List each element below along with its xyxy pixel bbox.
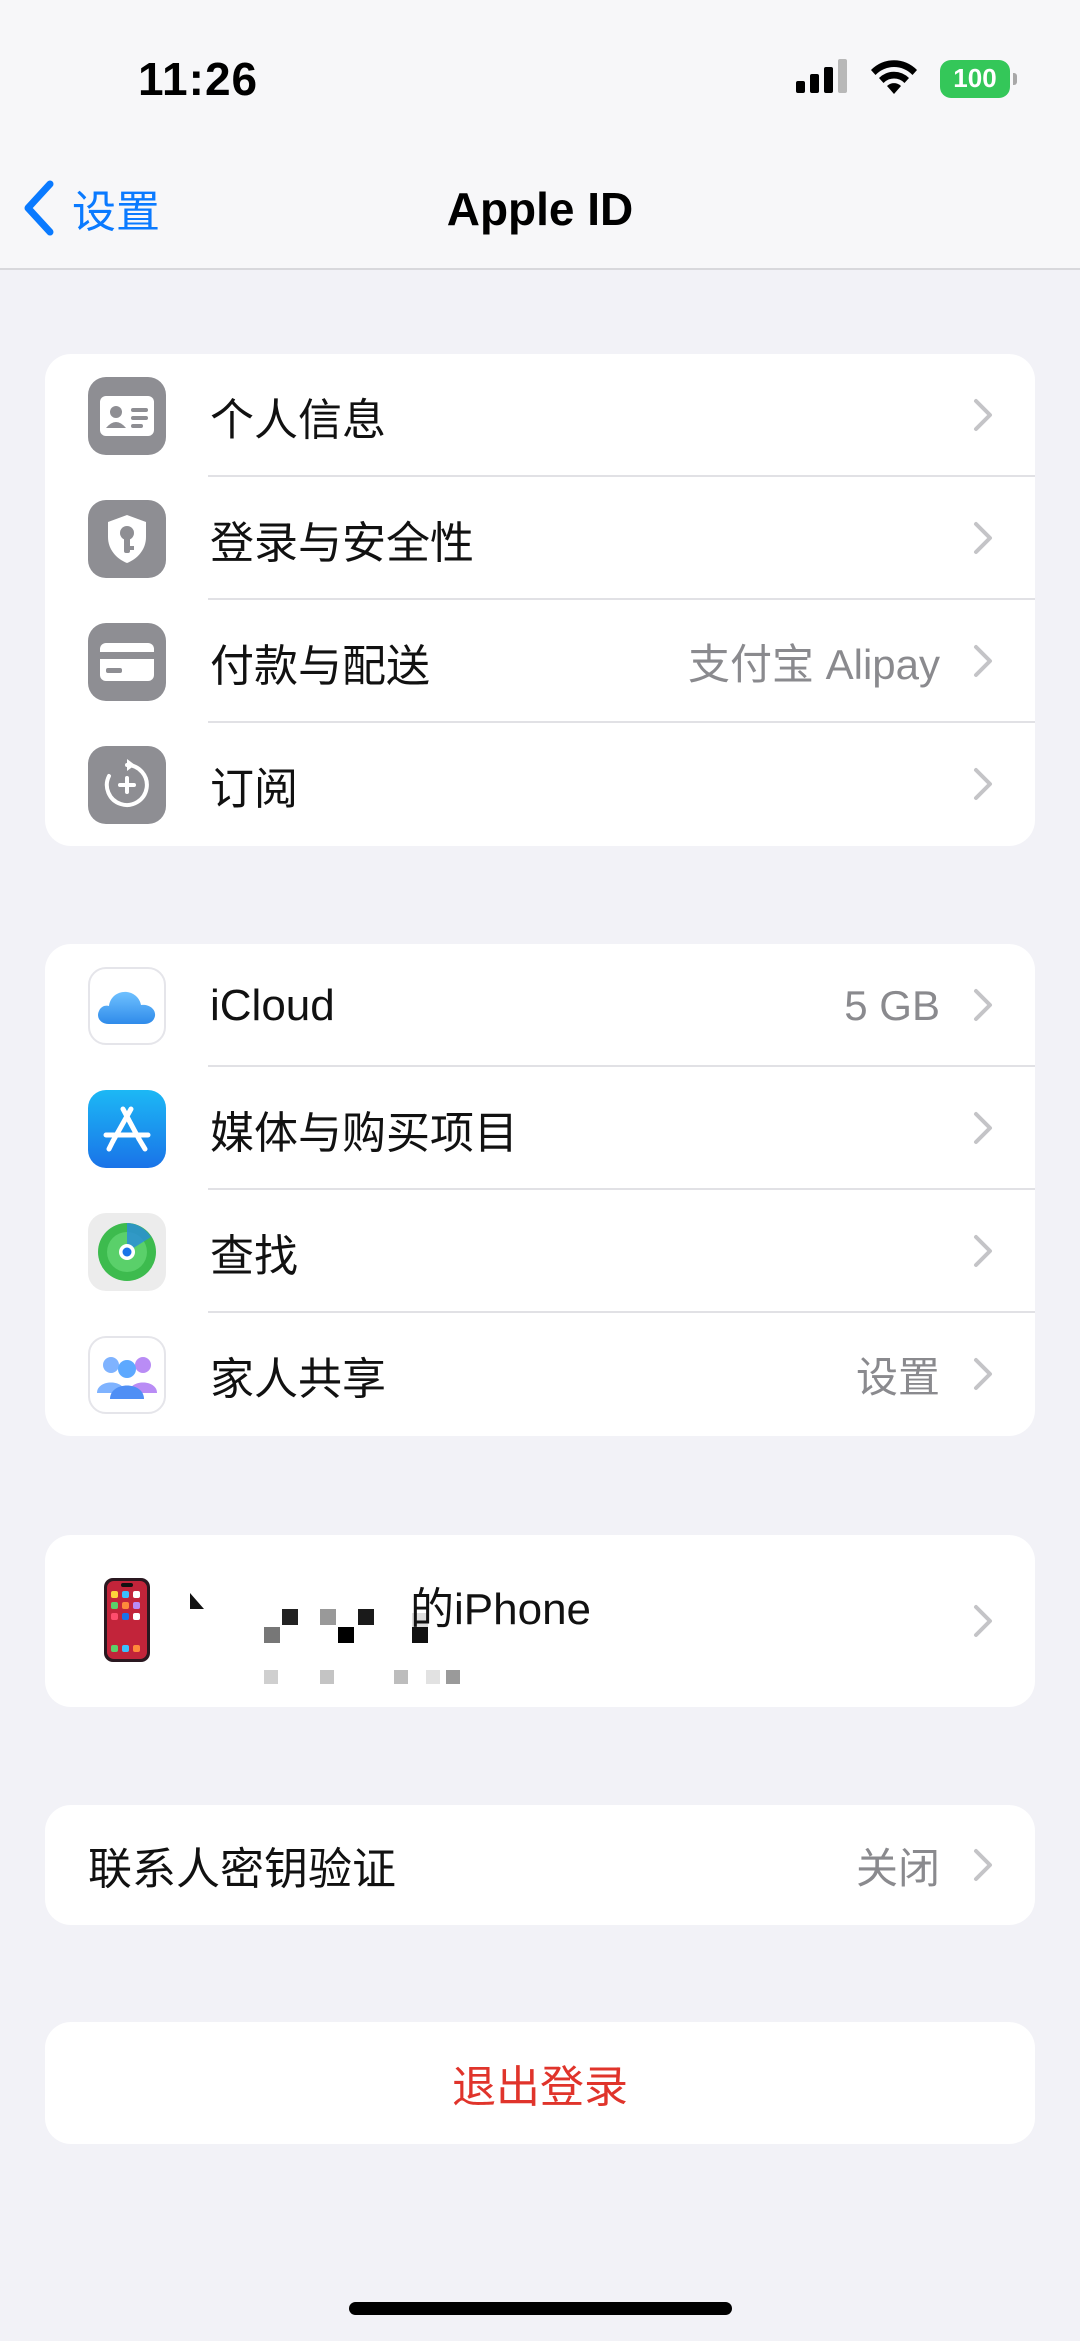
- row-contact-key-verification[interactable]: 联系人密钥验证 关闭: [45, 1805, 1035, 1925]
- row-sign-in-security[interactable]: 登录与安全性: [45, 477, 1035, 600]
- row-label: 付款与配送: [210, 641, 430, 691]
- status-icons: 100: [796, 58, 1017, 99]
- row-subscriptions[interactable]: 订阅: [45, 723, 1035, 846]
- chevron-right-icon: [974, 768, 992, 800]
- shield-key-icon: [88, 500, 166, 578]
- sign-out-label: 退出登录: [452, 2063, 628, 2112]
- subscription-plus-icon: [88, 746, 166, 824]
- row-label: 家人共享: [210, 1354, 386, 1404]
- row-value: 设置: [855, 1354, 940, 1401]
- home-indicator[interactable]: [349, 2302, 732, 2315]
- navigation-bar: 设置 Apple ID: [0, 150, 1080, 270]
- chevron-right-icon: [974, 399, 992, 431]
- find-my-icon: [88, 1213, 166, 1291]
- person-card-icon: [88, 377, 166, 455]
- chevron-right-icon: [974, 1235, 992, 1267]
- row-label: 媒体与购买项目: [210, 1108, 518, 1158]
- cellular-signal-icon: [796, 59, 848, 98]
- row-value: 5 GB: [844, 981, 940, 1029]
- page-title: Apple ID: [446, 183, 634, 235]
- row-family-sharing[interactable]: 家人共享 设置: [45, 1313, 1035, 1436]
- iphone-icon: [103, 1577, 151, 1668]
- chevron-right-icon: [974, 522, 992, 554]
- row-label: 联系人密钥验证: [88, 1845, 396, 1894]
- status-time: 11:26: [138, 53, 259, 105]
- row-label: 登录与安全性: [210, 518, 474, 568]
- row-icloud[interactable]: iCloud 5 GB: [45, 944, 1035, 1067]
- chevron-right-icon: [974, 1112, 992, 1144]
- row-label: 订阅: [210, 764, 298, 814]
- row-value: 支付宝 Alipay: [687, 641, 940, 688]
- credit-card-icon: [88, 623, 166, 701]
- icloud-icon: [88, 967, 166, 1045]
- row-media-purchases[interactable]: 媒体与购买项目: [45, 1067, 1035, 1190]
- row-label: 查找: [210, 1231, 298, 1281]
- wifi-icon: [870, 58, 918, 99]
- sign-out-group: 退出登录: [45, 2022, 1035, 2144]
- row-value: 关闭: [855, 1844, 940, 1892]
- row-find-my[interactable]: 查找: [45, 1190, 1035, 1313]
- device-name: 的iPhone: [410, 1585, 592, 1634]
- status-bar: 11:26 100: [0, 0, 1080, 150]
- row-personal-info[interactable]: 个人信息: [45, 354, 1035, 477]
- row-device-iphone[interactable]: 的iPhone: [45, 1535, 1035, 1707]
- row-label: 个人信息: [210, 395, 386, 445]
- services-group: iCloud 5 GB 媒体与购买项目 查找 家人共享 设置: [45, 944, 1035, 1436]
- row-label: iCloud: [210, 980, 335, 1030]
- row-payment-shipping[interactable]: 付款与配送 支付宝 Alipay: [45, 600, 1035, 723]
- sign-out-button[interactable]: 退出登录: [45, 2022, 1035, 2144]
- chevron-right-icon: [974, 1605, 992, 1637]
- devices-group: 的iPhone: [45, 1535, 1035, 1707]
- chevron-right-icon: [974, 989, 992, 1021]
- battery-icon: 100: [940, 59, 1017, 98]
- chevron-right-icon: [974, 1358, 992, 1390]
- chevron-right-icon: [974, 1849, 992, 1881]
- app-store-icon: [88, 1090, 166, 1168]
- account-settings-group: 个人信息 登录与安全性 付款与配送 支付宝 Alipay 订阅: [45, 354, 1035, 846]
- chevron-right-icon: [974, 645, 992, 677]
- family-sharing-icon: [88, 1336, 166, 1414]
- contact-key-group: 联系人密钥验证 关闭: [45, 1805, 1035, 1925]
